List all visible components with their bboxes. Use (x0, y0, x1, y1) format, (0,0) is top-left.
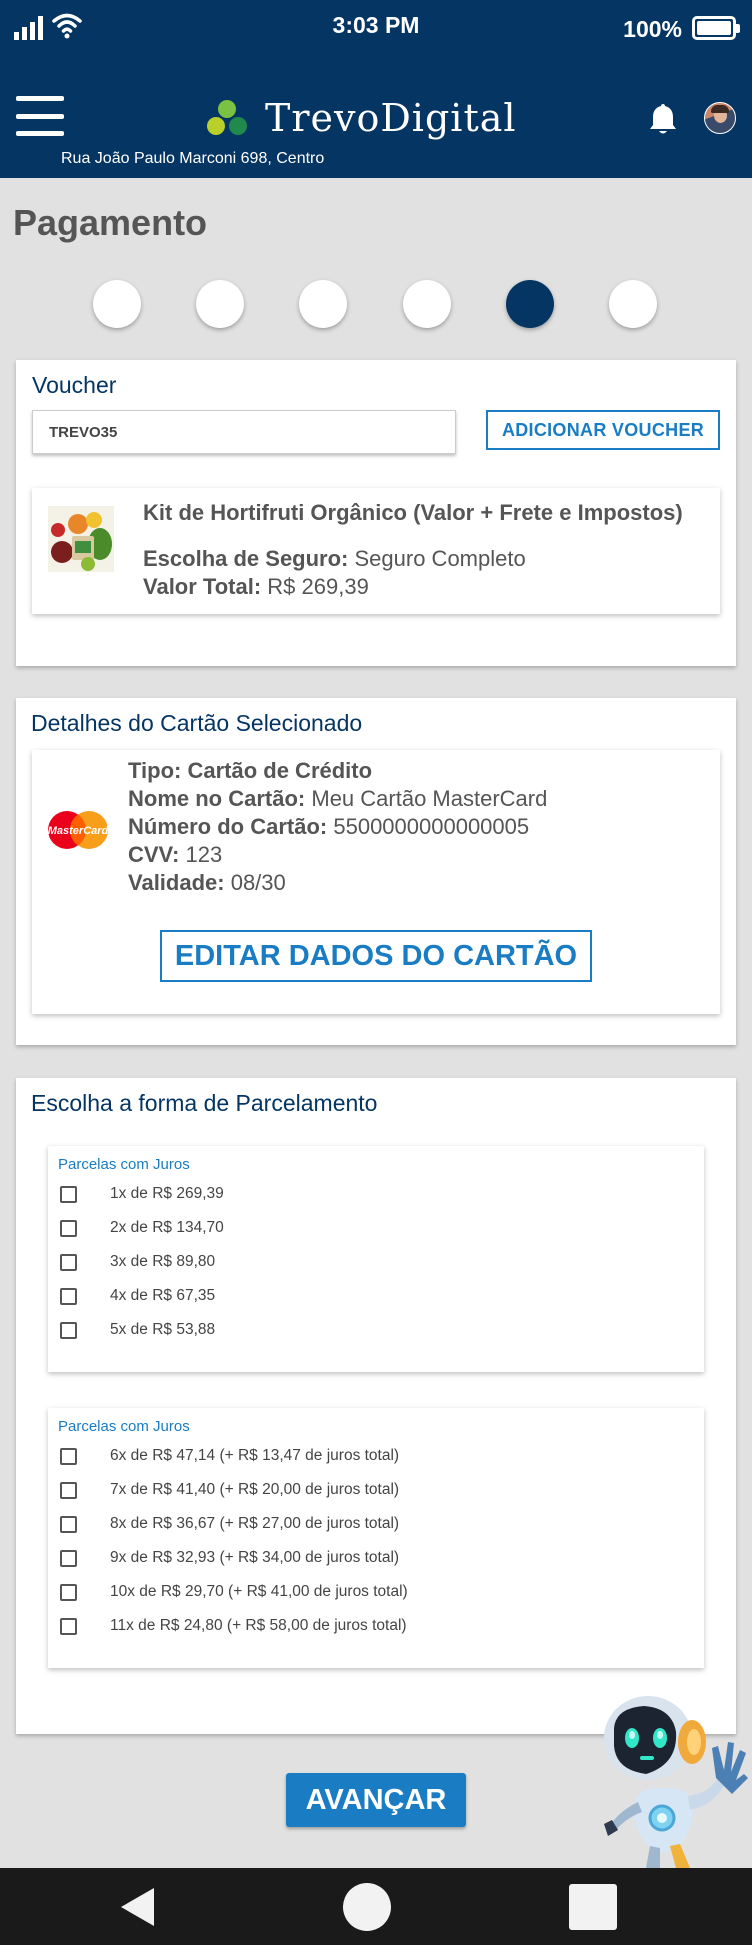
installment-checkbox[interactable] (60, 1583, 77, 1601)
edit-card-button[interactable]: EDITAR DADOS DO CARTÃO (160, 930, 592, 982)
card-type: Tipo: Cartão de Crédito (128, 758, 372, 784)
total-label: Valor Total: (143, 574, 262, 599)
back-icon[interactable] (121, 1888, 154, 1926)
installment-option[interactable]: 8x de R$ 36,67 (+ R$ 27,00 de juros tota… (60, 1512, 399, 1536)
recent-apps-icon[interactable] (569, 1884, 617, 1930)
advance-button[interactable]: AVANÇAR (286, 1773, 466, 1827)
card-name: Nome no Cartão: Meu Cartão MasterCard (128, 786, 547, 812)
card-name-value: Meu Cartão MasterCard (305, 786, 548, 811)
installment-checkbox[interactable] (60, 1219, 77, 1237)
voucher-title: Voucher (32, 372, 117, 398)
installment-label: 10x de R$ 29,70 (+ R$ 41,00 de juros tot… (110, 1583, 408, 1600)
battery-icon (692, 16, 740, 40)
installment-option[interactable]: 4x de R$ 67,35 (60, 1284, 215, 1308)
installment-label: 8x de R$ 36,67 (+ R$ 27,00 de juros tota… (110, 1515, 400, 1532)
product-name: Kit de Hortifruti Orgânico (Valor + Fret… (143, 500, 683, 525)
menu-icon[interactable] (16, 96, 64, 136)
voucher-card: Voucher ADICIONAR VOUCHER Kit de Hortifr… (16, 360, 736, 666)
card-validity-value: 08/30 (224, 870, 286, 895)
insurance-label: Escolha de Seguro: (143, 546, 349, 571)
card-number: Número do Cartão: 5500000000000005 (128, 814, 529, 840)
card-cvv: CVV: 123 (128, 842, 222, 868)
card-type-label: Tipo: Cartão de Crédito (128, 758, 373, 783)
installment-option[interactable]: 2x de R$ 134,70 (60, 1216, 224, 1240)
installment-option[interactable]: 1x de R$ 269,39 (60, 1182, 224, 1206)
system-nav-bar (0, 1868, 752, 1945)
installment-option[interactable]: 9x de R$ 32,93 (+ R$ 34,00 de juros tota… (60, 1546, 399, 1570)
installment-group-1: Parcelas com Juros 1x de R$ 269,39 2x de… (48, 1146, 704, 1372)
step-2[interactable] (196, 280, 244, 328)
installment-label: 1x de R$ 269,39 (110, 1185, 224, 1202)
card-number-label: Número do Cartão: (128, 814, 328, 839)
card-validity: Validade: 08/30 (128, 870, 286, 896)
brand-logo[interactable]: TrevoDigital (205, 96, 517, 140)
installment-option[interactable]: 6x de R$ 47,14 (+ R$ 13,47 de juros tota… (60, 1444, 399, 1468)
card-name-label: Nome no Cartão: (128, 786, 306, 811)
checkout-stepper (93, 280, 658, 330)
total-line: Valor Total: R$ 269,39 (143, 574, 369, 600)
step-6[interactable] (609, 280, 657, 328)
installment-label: 3x de R$ 89,80 (110, 1253, 216, 1270)
installment-checkbox[interactable] (60, 1253, 77, 1271)
installments-title: Escolha a forma de Parcelamento (31, 1090, 378, 1116)
insurance-line: Escolha de Seguro: Seguro Completo (143, 546, 526, 572)
brand-name: TrevoDigital (265, 96, 517, 140)
installment-checkbox[interactable] (60, 1617, 77, 1635)
installment-checkbox[interactable] (60, 1549, 77, 1567)
installment-group-title: Parcelas com Juros (58, 1418, 190, 1435)
installment-label: 7x de R$ 41,40 (+ R$ 20,00 de juros tota… (110, 1481, 400, 1498)
clover-logo-icon (207, 100, 247, 135)
card-validity-label: Validade: (128, 870, 225, 895)
product-image[interactable] (48, 506, 114, 572)
insurance-value: Seguro Completo (348, 546, 526, 571)
card-details-card: Detalhes do Cartão Selecionado MasterCar… (16, 698, 736, 1045)
home-icon[interactable] (343, 1883, 391, 1931)
installment-group-title: Parcelas com Juros (58, 1156, 190, 1173)
installment-checkbox[interactable] (60, 1185, 77, 1203)
installment-group-2: Parcelas com Juros 6x de R$ 47,14 (+ R$ … (48, 1408, 704, 1668)
card-details-title: Detalhes do Cartão Selecionado (31, 710, 363, 736)
installment-label: 9x de R$ 32,93 (+ R$ 34,00 de juros tota… (110, 1549, 400, 1566)
add-voucher-button[interactable]: ADICIONAR VOUCHER (486, 410, 720, 450)
card-details-panel: MasterCard Tipo: Cartão de Crédito Nome … (32, 750, 720, 1014)
battery-level: 100% (623, 16, 682, 42)
step-1[interactable] (93, 280, 141, 328)
mastercard-logo-text: MasterCard (48, 825, 109, 837)
delivery-address[interactable]: Rua João Paulo Marconi 698, Centro (61, 150, 324, 168)
bell-icon[interactable] (648, 102, 678, 136)
page-title: Pagamento (13, 202, 208, 243)
installment-label: 11x de R$ 24,80 (+ R$ 58,00 de juros tot… (110, 1617, 407, 1634)
installment-option[interactable]: 10x de R$ 29,70 (+ R$ 41,00 de juros tot… (60, 1580, 408, 1604)
app-header: 3:03 PM 100% TrevoDigital Rua João Paulo… (0, 0, 752, 178)
voucher-input[interactable] (32, 410, 456, 454)
installment-option[interactable]: 11x de R$ 24,80 (+ R$ 58,00 de juros tot… (60, 1614, 407, 1638)
step-5-current[interactable] (506, 280, 554, 328)
installments-card: Escolha a forma de Parcelamento Parcelas… (16, 1078, 736, 1734)
installment-checkbox[interactable] (60, 1481, 77, 1499)
card-number-value: 5500000000000005 (327, 814, 530, 839)
installment-checkbox[interactable] (60, 1321, 77, 1339)
installment-checkbox[interactable] (60, 1287, 77, 1305)
installment-label: 4x de R$ 67,35 (110, 1287, 216, 1304)
robot-mascot-icon[interactable] (580, 1690, 752, 1868)
avatar[interactable] (704, 102, 736, 134)
installment-label: 6x de R$ 47,14 (+ R$ 13,47 de juros tota… (110, 1447, 400, 1464)
mastercard-icon: MasterCard (48, 811, 109, 849)
installment-label: 5x de R$ 53,88 (110, 1321, 216, 1338)
installment-option[interactable]: 7x de R$ 41,40 (+ R$ 20,00 de juros tota… (60, 1478, 399, 1502)
installment-label: 2x de R$ 134,70 (110, 1219, 224, 1236)
installment-checkbox[interactable] (60, 1447, 77, 1465)
card-cvv-label: CVV: (128, 842, 180, 867)
step-4[interactable] (403, 280, 451, 328)
installment-option[interactable]: 5x de R$ 53,88 (60, 1318, 215, 1342)
card-cvv-value: 123 (179, 842, 223, 867)
step-3[interactable] (299, 280, 347, 328)
installment-option[interactable]: 3x de R$ 89,80 (60, 1250, 215, 1274)
product-summary: Kit de Hortifruti Orgânico (Valor + Fret… (32, 488, 720, 614)
total-value: R$ 269,39 (261, 574, 369, 599)
installment-checkbox[interactable] (60, 1515, 77, 1533)
